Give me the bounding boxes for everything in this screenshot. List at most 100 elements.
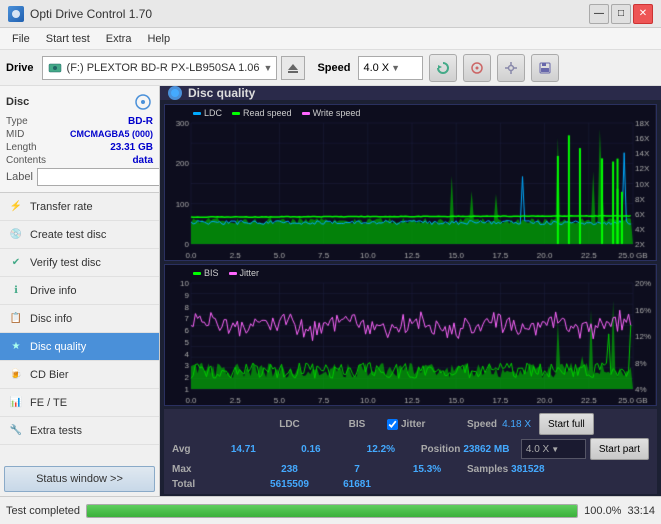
maximize-button[interactable]: □	[611, 4, 631, 24]
ldc-legend-dot	[193, 112, 201, 115]
stats-max-row: Max 238 7 15.3% Samples 381528	[172, 463, 649, 475]
titlebar: Opti Drive Control 1.70 — □ ✕	[0, 0, 661, 28]
max-row-label: Max	[172, 463, 252, 475]
drive-text: (F:) PLEXTOR BD-R PX-LB950SA 1.06	[67, 62, 260, 74]
nav-transfer-rate[interactable]: ⚡ Transfer rate	[0, 193, 159, 221]
time-text: 33:14	[627, 505, 655, 517]
menu-start-test[interactable]: Start test	[38, 31, 98, 47]
ldc-max-cell: 238	[252, 463, 327, 475]
progress-text: 100.0%	[584, 505, 621, 517]
label-input[interactable]	[37, 168, 160, 186]
samples-label: Samples	[467, 464, 508, 475]
titlebar-controls[interactable]: — □ ✕	[589, 4, 653, 24]
nav-transfer-rate-label: Transfer rate	[30, 201, 93, 213]
nav-fe-te-label: FE / TE	[30, 397, 67, 409]
avg-row-label: Avg	[172, 443, 206, 455]
nav-verify-test-disc-label: Verify test disc	[30, 257, 101, 269]
progress-bar-container	[86, 504, 578, 518]
menu-extra[interactable]: Extra	[98, 31, 140, 47]
speed-dropdown-value: 4.0 X	[526, 444, 549, 455]
bis-max-cell: 7	[327, 463, 387, 475]
titlebar-left: Opti Drive Control 1.70	[8, 6, 152, 22]
stats-header-row: LDC BIS Jitter Speed 4.18 X Start full	[172, 413, 649, 435]
refresh-icon	[436, 61, 450, 75]
avg-label: Avg	[172, 444, 191, 455]
charts-container: LDC Read speed Write speed	[160, 100, 661, 496]
verify-test-disc-icon: ✔	[8, 255, 24, 271]
length-value: 23.31 GB	[110, 142, 153, 153]
statusbar: Test completed 100.0% 33:14	[0, 496, 661, 524]
mid-label: MID	[6, 129, 24, 140]
lower-chart-canvas	[165, 265, 655, 405]
eject-button[interactable]	[281, 56, 305, 80]
fe-te-icon: 📊	[8, 395, 24, 411]
bis-max-value: 7	[354, 464, 360, 475]
disc-mid-row: MID CMCMAGBA5 (000)	[6, 129, 153, 140]
refresh-button[interactable]	[429, 54, 457, 82]
bis-total-value: 61681	[343, 479, 371, 490]
disc-length-row: Length 23.31 GB	[6, 142, 153, 153]
speed-dropdown-arrow: ▼	[391, 63, 400, 73]
disc-info-panel: Disc Type BD-R MID CMCMAGBA5 (000) Lengt…	[0, 86, 159, 193]
nav-verify-test-disc[interactable]: ✔ Verify test disc	[0, 249, 159, 277]
mid-value: CMCMAGBA5 (000)	[70, 129, 153, 140]
drive-select[interactable]: (F:) PLEXTOR BD-R PX-LB950SA 1.06 ▼	[42, 56, 278, 80]
bis-col-header: BIS	[327, 418, 387, 430]
nav-disc-quality-label: Disc quality	[30, 341, 86, 353]
start-full-btn-wrapper[interactable]: Start full	[539, 413, 619, 435]
start-full-button[interactable]: Start full	[539, 413, 594, 435]
stats-panel: LDC BIS Jitter Speed 4.18 X Start full	[164, 409, 657, 494]
position-value: 23862 MB	[463, 444, 509, 455]
jitter-check-wrapper[interactable]: Jitter	[387, 419, 467, 430]
ldc-total-cell: 5615509	[252, 478, 327, 490]
options-button[interactable]	[497, 54, 525, 82]
jitter-check-label: Jitter	[401, 419, 425, 430]
disc-button[interactable]	[463, 54, 491, 82]
create-test-disc-icon: 💿	[8, 227, 24, 243]
bis-avg-cell: 0.16	[281, 443, 341, 455]
disc-icon	[470, 61, 484, 75]
nav-extra-tests[interactable]: 🔧 Extra tests	[0, 417, 159, 445]
jitter-legend-label: Jitter	[240, 268, 260, 278]
bis-legend: BIS	[193, 268, 219, 278]
total-row-label: Total	[172, 478, 252, 490]
read-speed-legend-label: Read speed	[243, 108, 292, 118]
upper-legend: LDC Read speed Write speed	[193, 108, 360, 118]
minimize-button[interactable]: —	[589, 4, 609, 24]
position-row: Position 23862 MB	[421, 444, 521, 455]
read-speed-legend-dot	[232, 112, 240, 115]
cd-bier-icon: 🍺	[8, 367, 24, 383]
status-window-button[interactable]: Status window >>	[4, 466, 155, 492]
speed-select[interactable]: 4.0 X ▼	[358, 56, 423, 80]
save-button[interactable]	[531, 54, 559, 82]
lower-legend: BIS Jitter	[193, 268, 259, 278]
start-part-button[interactable]: Start part	[590, 438, 649, 460]
nav-create-test-disc[interactable]: 💿 Create test disc	[0, 221, 159, 249]
close-button[interactable]: ✕	[633, 4, 653, 24]
stats-total-row: Total 5615509 61681	[172, 478, 649, 490]
bis-legend-dot	[193, 272, 201, 275]
speed-dropdown[interactable]: 4.0 X ▼	[521, 439, 586, 459]
nav-cd-bier-label: CD Bier	[30, 369, 69, 381]
nav-disc-info[interactable]: 📋 Disc info	[0, 305, 159, 333]
nav-extra-tests-label: Extra tests	[30, 425, 82, 437]
content-area: Disc quality LDC Read speed	[160, 86, 661, 496]
nav-drive-info[interactable]: ℹ Drive info	[0, 277, 159, 305]
jitter-checkbox[interactable]	[387, 419, 398, 430]
status-text: Test completed	[6, 505, 80, 517]
speed-col-header: Speed 4.18 X	[467, 418, 531, 430]
ldc-legend-label: LDC	[204, 108, 222, 118]
eject-icon	[286, 61, 300, 75]
samples-row: Samples 381528	[467, 464, 567, 475]
menu-file[interactable]: File	[4, 31, 38, 47]
main-layout: Disc Type BD-R MID CMCMAGBA5 (000) Lengt…	[0, 86, 661, 496]
nav-cd-bier[interactable]: 🍺 CD Bier	[0, 361, 159, 389]
nav-fe-te[interactable]: 📊 FE / TE	[0, 389, 159, 417]
save-icon	[538, 61, 552, 75]
disc-info-icon: 📋	[8, 311, 24, 327]
nav-disc-quality[interactable]: ★ Disc quality	[0, 333, 159, 361]
menu-help[interactable]: Help	[139, 31, 178, 47]
start-part-btn-wrapper[interactable]: Start part	[590, 438, 649, 460]
speed-select-wrapper[interactable]: 4.0 X ▼	[521, 439, 586, 459]
contents-value: data	[132, 155, 153, 166]
